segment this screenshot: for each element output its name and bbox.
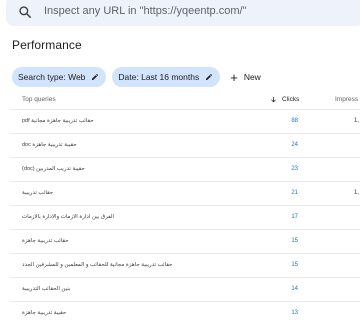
column-header-queries[interactable]: Top queries: [22, 96, 56, 103]
query-cell: حقائب تدريبية جاهزة مجانية pdf: [22, 118, 94, 124]
pencil-icon[interactable]: [205, 73, 213, 81]
clicks-cell: 15: [291, 262, 298, 268]
clicks-cell: 13: [291, 310, 298, 316]
top-bar: [0, 0, 360, 30]
search-type-filter-chip[interactable]: Search type: Web: [12, 67, 107, 87]
clicks-cell: 14: [291, 286, 298, 292]
plus-icon: +: [230, 69, 238, 85]
search-input[interactable]: [44, 0, 354, 22]
filter-bar: Search type: Web Date: Last 16 months + …: [12, 67, 261, 87]
url-inspection-search[interactable]: [6, 0, 360, 26]
table-header: Top queries Clicks Impress: [10, 90, 360, 110]
table-row[interactable]: حقيبة تدريبية جاهزة 13: [10, 302, 360, 320]
queries-table: Top queries Clicks Impress حقائب تدريبية…: [10, 90, 360, 320]
search-icon: [19, 6, 32, 19]
page-title: Performance: [12, 38, 82, 52]
query-cell: بنين الحقائب التدريبية: [22, 286, 71, 292]
query-cell: حقائب تدريبية: [22, 190, 54, 196]
table-row[interactable]: حقائب تدريبية جاهزة مجانية للحقائب و الم…: [10, 254, 360, 278]
new-filter-button[interactable]: + New: [230, 71, 261, 84]
query-cell: الفرق بين ادارة الازمات والادارة بالازما…: [22, 214, 115, 220]
column-header-clicks[interactable]: Clicks: [270, 96, 299, 103]
query-cell: حقيبة تدريب المدربين (doc): [22, 166, 85, 172]
chip-label: Search type: Web: [18, 72, 86, 82]
table-row[interactable]: الفرق بين ادارة الازمات والادارة بالازما…: [10, 206, 360, 230]
query-cell: حقيبة تدريبية جاهزة doc: [22, 142, 77, 148]
date-filter-chip[interactable]: Date: Last 16 months: [112, 67, 221, 87]
table-body: حقائب تدريبية جاهزة مجانية pdf 88 1, حقيبة …: [10, 110, 360, 320]
clicks-cell: 23: [291, 166, 298, 172]
query-cell: حقائب تدريبية جاهزة مجانية للحقائب و الم…: [22, 262, 173, 268]
table-row[interactable]: حقائب تدريبية جاهزة مجانية pdf 88 1,: [10, 110, 360, 134]
impressions-cell: 1,: [354, 190, 360, 196]
table-row[interactable]: حقيبة تدريب المدربين (doc) 23: [10, 158, 360, 182]
pencil-icon[interactable]: [91, 73, 99, 81]
column-header-impressions[interactable]: Impress: [335, 96, 358, 103]
clicks-cell: 24: [291, 142, 298, 148]
sort-descending-icon: [271, 96, 276, 103]
chip-label: Date: Last 16 months: [118, 72, 200, 82]
clicks-cell: 15: [291, 238, 298, 244]
column-header-clicks-label: Clicks: [282, 96, 300, 103]
impressions-cell: 1,: [354, 118, 360, 124]
query-cell: حقيبة تدريبية جاهزة: [22, 310, 67, 316]
clicks-cell: 88: [291, 118, 298, 124]
clicks-cell: 21: [291, 190, 298, 196]
table-row[interactable]: حقائب تدريبية جاهزة 15: [10, 230, 360, 254]
table-row[interactable]: حقائب تدريبية 21 1,: [10, 182, 360, 206]
clicks-cell: 17: [291, 214, 298, 220]
new-button-label: New: [243, 72, 261, 82]
table-row[interactable]: بنين الحقائب التدريبية 14: [10, 278, 360, 302]
query-cell: حقائب تدريبية جاهزة: [22, 238, 69, 244]
table-row[interactable]: حقيبة تدريبية جاهزة doc 24: [10, 134, 360, 158]
